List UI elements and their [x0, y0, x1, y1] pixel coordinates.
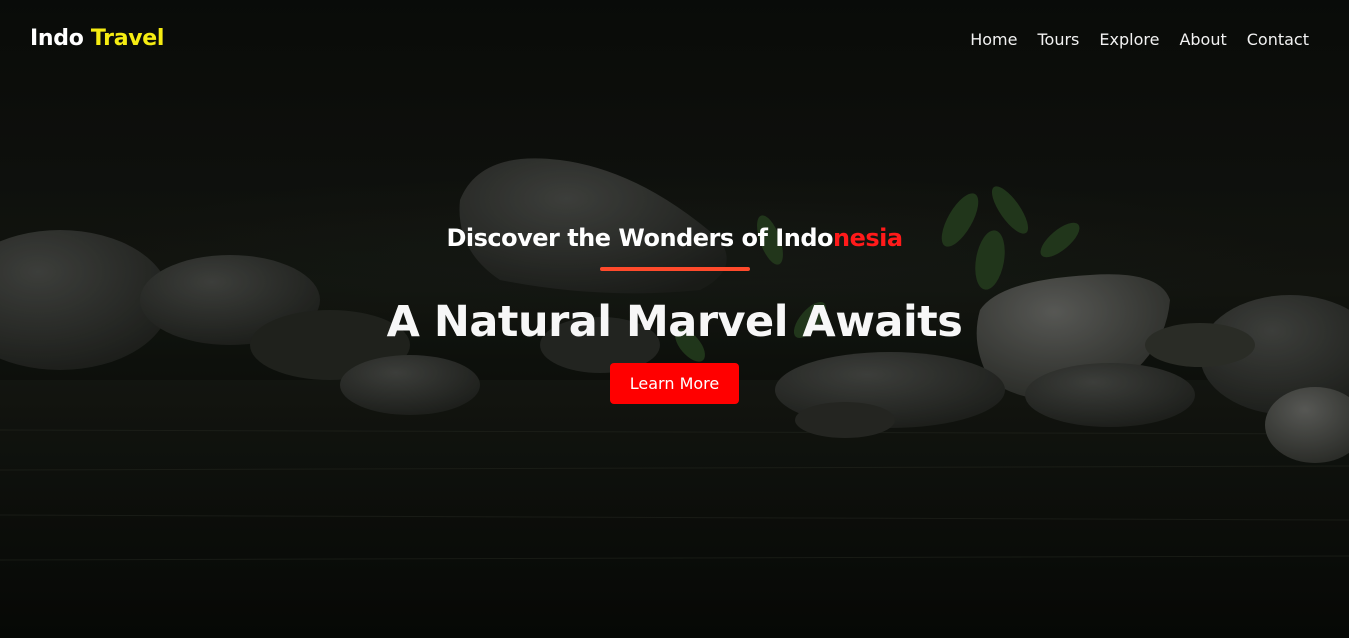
nav-link-home[interactable]: Home: [970, 30, 1017, 49]
top-navbar: Indo Travel Home Tours Explore About Con…: [0, 0, 1349, 80]
nav-link-explore[interactable]: Explore: [1099, 30, 1159, 49]
nav-link-about[interactable]: About: [1179, 30, 1226, 49]
hero-subtitle-main: Discover the Wonders of Indo: [446, 224, 833, 252]
hero-section: Indo Travel Home Tours Explore About Con…: [0, 0, 1349, 638]
hero-headline: A Natural Marvel Awaits: [386, 297, 963, 347]
logo-text-accent: Travel: [90, 26, 165, 51]
nav-link-contact[interactable]: Contact: [1247, 30, 1309, 49]
hero-divider: [599, 267, 750, 271]
nav-menu: Home Tours Explore About Contact: [970, 30, 1309, 49]
hero-subtitle: Discover the Wonders of Indonesia: [0, 224, 1349, 252]
nav-link-tours[interactable]: Tours: [1037, 30, 1079, 49]
logo-text-main: Indo: [30, 26, 84, 51]
learn-more-button[interactable]: Learn More: [609, 363, 740, 404]
hero-content: Discover the Wonders of Indonesia A Natu…: [0, 224, 1349, 404]
site-logo[interactable]: Indo Travel: [30, 26, 164, 51]
hero-subtitle-accent: nesia: [832, 224, 903, 252]
